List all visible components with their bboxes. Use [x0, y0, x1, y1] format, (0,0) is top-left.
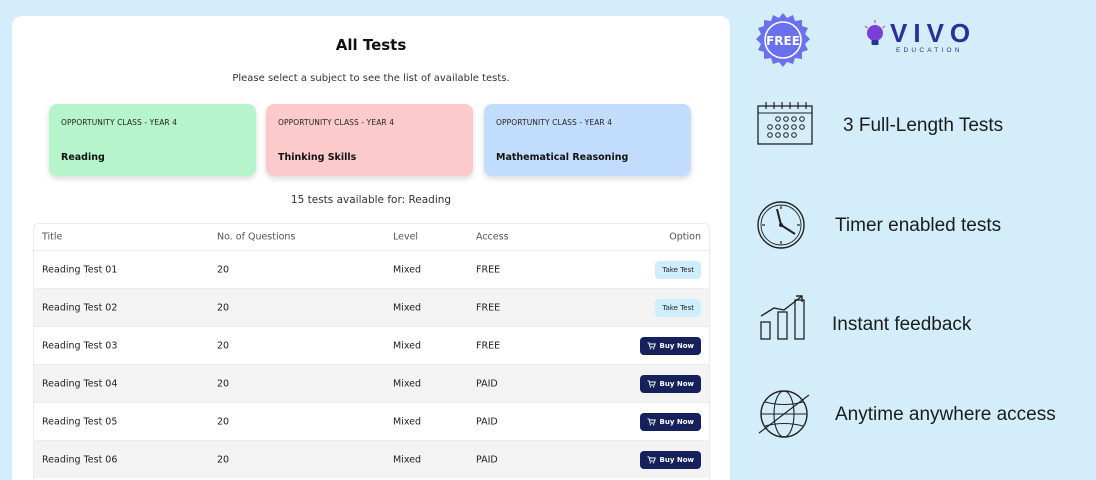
- feature-label: Anytime anywhere access: [835, 404, 1056, 425]
- subject-card-reading[interactable]: OPPORTUNITY CLASS - YEAR 4 Reading: [49, 104, 256, 176]
- cell-title: Reading Test 03: [42, 340, 118, 351]
- cell-title: Reading Test 02: [42, 302, 118, 313]
- vivo-education-logo: VIVO EDUCATION: [862, 18, 992, 60]
- feature-label: Timer enabled tests: [835, 215, 1002, 236]
- feature-item: [757, 387, 811, 445]
- cell-questions: 20: [217, 416, 230, 427]
- subject-class-label: OPPORTUNITY CLASS - YEAR 4: [496, 118, 613, 127]
- tests-count: 15 tests available for: Reading: [290, 194, 452, 206]
- buy-now-label: Buy Now: [659, 417, 694, 426]
- free-badge: FREE: [755, 12, 811, 72]
- cell-questions: 20: [217, 378, 230, 389]
- feature-item: [756, 100, 814, 150]
- cell-questions: 20: [217, 340, 230, 351]
- cart-icon: [647, 341, 656, 350]
- cell-level: Mixed: [393, 416, 422, 427]
- feature-item: [755, 196, 807, 256]
- table-row: Reading Test 02 20 Mixed FREE Take Test: [34, 288, 709, 326]
- clock-icon: [755, 201, 807, 256]
- cell-access: FREE: [476, 340, 501, 351]
- header-access: Access: [476, 231, 509, 243]
- cell-access: PAID: [476, 416, 498, 427]
- cell-access: FREE: [476, 302, 501, 313]
- cell-title: Reading Test 05: [42, 416, 118, 427]
- subject-card-thinking-skills[interactable]: OPPORTUNITY CLASS - YEAR 4 Thinking Skil…: [266, 104, 473, 176]
- logo-sub: EDUCATION: [896, 47, 963, 54]
- cell-level: Mixed: [393, 340, 422, 351]
- table-row: Reading Test 04 20 Mixed PAID Buy Now: [34, 364, 709, 402]
- buy-now-label: Buy Now: [659, 341, 694, 350]
- cell-level: Mixed: [393, 454, 422, 465]
- header-option: Option: [669, 231, 701, 243]
- take-test-button[interactable]: Take Test: [655, 298, 701, 317]
- header-level: Level: [393, 231, 419, 243]
- cell-title: Reading Test 06: [42, 454, 118, 465]
- cell-access: FREE: [476, 264, 501, 275]
- subject-class-label: OPPORTUNITY CLASS - YEAR 4: [278, 118, 395, 127]
- header-title: Title: [42, 231, 63, 243]
- logo-word: VIVO: [890, 18, 976, 48]
- buy-now-button[interactable]: Buy Now: [639, 336, 701, 355]
- tests-panel: All Tests Please select a subject to see…: [12, 16, 730, 480]
- tests-table: Title No. of Questions Level Access Opti…: [33, 223, 710, 480]
- cell-level: Mixed: [393, 378, 422, 389]
- buy-now-button[interactable]: Buy Now: [639, 450, 701, 469]
- bar-chart-icon: [758, 295, 810, 346]
- cell-title: Reading Test 04: [42, 378, 118, 389]
- subject-card-mathematical-reasoning[interactable]: OPPORTUNITY CLASS - YEAR 4 Mathematical …: [484, 104, 691, 176]
- free-badge-text: FREE: [766, 34, 800, 48]
- cell-level: Mixed: [393, 302, 422, 313]
- cell-title: Reading Test 01: [42, 264, 118, 275]
- feature-label: 3 Full-Length Tests: [843, 115, 1004, 136]
- buy-now-label: Buy Now: [659, 455, 694, 464]
- subject-class-label: OPPORTUNITY CLASS - YEAR 4: [61, 118, 178, 127]
- buy-now-button[interactable]: Buy Now: [639, 374, 701, 393]
- feature-item: [758, 292, 810, 346]
- cell-questions: 20: [217, 264, 230, 275]
- page-subtitle: Please select a subject to see the list …: [232, 73, 510, 84]
- cell-access: PAID: [476, 454, 498, 465]
- table-row: Reading Test 05 20 Mixed PAID Buy Now: [34, 402, 709, 440]
- buy-now-button[interactable]: Buy Now: [639, 412, 701, 431]
- subject-name: Reading: [61, 152, 105, 163]
- feature-label: Instant feedback: [832, 314, 972, 335]
- table-header: Title No. of Questions Level Access Opti…: [34, 224, 709, 250]
- cell-level: Mixed: [393, 264, 422, 275]
- cell-access: PAID: [476, 378, 498, 389]
- cart-icon: [647, 417, 656, 426]
- subject-name: Mathematical Reasoning: [496, 152, 629, 163]
- cell-questions: 20: [217, 454, 230, 465]
- cell-questions: 20: [217, 302, 230, 313]
- buy-now-label: Buy Now: [659, 379, 694, 388]
- take-test-button[interactable]: Take Test: [655, 260, 701, 279]
- table-row: Reading Test 01 20 Mixed FREE Take Test: [34, 250, 709, 288]
- header-questions: No. of Questions: [217, 231, 296, 243]
- cart-icon: [647, 379, 656, 388]
- globe-icon: [757, 390, 811, 445]
- table-row: Reading Test 03 20 Mixed FREE Buy Now: [34, 326, 709, 364]
- page-title: All Tests: [335, 36, 407, 54]
- table-row: Reading Test 06 20 Mixed PAID Buy Now: [34, 440, 709, 478]
- subject-name: Thinking Skills: [278, 152, 357, 163]
- calendar-icon: [756, 102, 814, 150]
- cart-icon: [647, 455, 656, 464]
